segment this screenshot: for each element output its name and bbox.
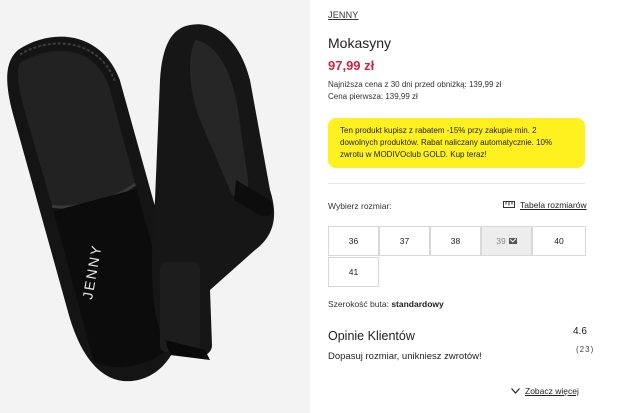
shoe-width-value: standardowy (391, 299, 444, 309)
size-option-36[interactable]: 36 (328, 226, 379, 256)
size-value: 37 (399, 236, 410, 246)
shoe-width-label: Szerokość buta: (328, 299, 389, 309)
product-image[interactable]: JENNY (0, 0, 310, 413)
divider (328, 183, 585, 184)
size-option-38[interactable]: 38 (430, 226, 481, 256)
review-count[interactable]: (23) (576, 345, 594, 354)
size-value: 39 (496, 236, 506, 246)
product-price: 97,99 zł (328, 58, 375, 73)
product-info: JENNY Mokasyny 97,99 zł Najniższa cena z… (328, 0, 598, 413)
rating-score: 4.6 (573, 326, 587, 337)
size-option-40[interactable]: 40 (532, 226, 586, 256)
envelope-icon (508, 238, 517, 244)
first-price-note: Cena pierwsza: 139,99 zł (328, 92, 418, 101)
shoe-width: Szerokość buta: standardowy (328, 299, 444, 309)
reviews-hint: Dopasuj rozmiar, unikniesz zwrotów! (328, 351, 482, 362)
size-table-link[interactable]: Tabela rozmiarów (503, 200, 587, 210)
promo-banner[interactable]: Ten produkt kupisz z rabatem -15% przy z… (328, 118, 585, 168)
size-table-label: Tabela rozmiarów (520, 200, 587, 210)
size-value: 38 (450, 236, 461, 246)
size-option-37[interactable]: 37 (379, 226, 430, 256)
see-more-link[interactable]: Zobacz więcej (511, 386, 579, 396)
reviews-title: Opinie Klientów (328, 329, 415, 343)
see-more-label: Zobacz więcej (525, 386, 579, 396)
brand-link[interactable]: JENNY (328, 10, 359, 20)
chevron-down-icon (511, 386, 520, 396)
ruler-icon (503, 200, 515, 210)
size-value: 40 (554, 236, 564, 246)
size-value: 41 (348, 267, 359, 277)
size-option-41[interactable]: 41 (328, 257, 379, 287)
lowest-price-note: Najniższa cena z 30 dni przed obniżką: 1… (328, 80, 502, 89)
size-option-39[interactable]: 39 (481, 226, 532, 256)
size-value: 36 (348, 236, 359, 246)
product-title: Mokasyny (328, 35, 392, 51)
size-label: Wybierz rozmiar: (328, 201, 392, 211)
